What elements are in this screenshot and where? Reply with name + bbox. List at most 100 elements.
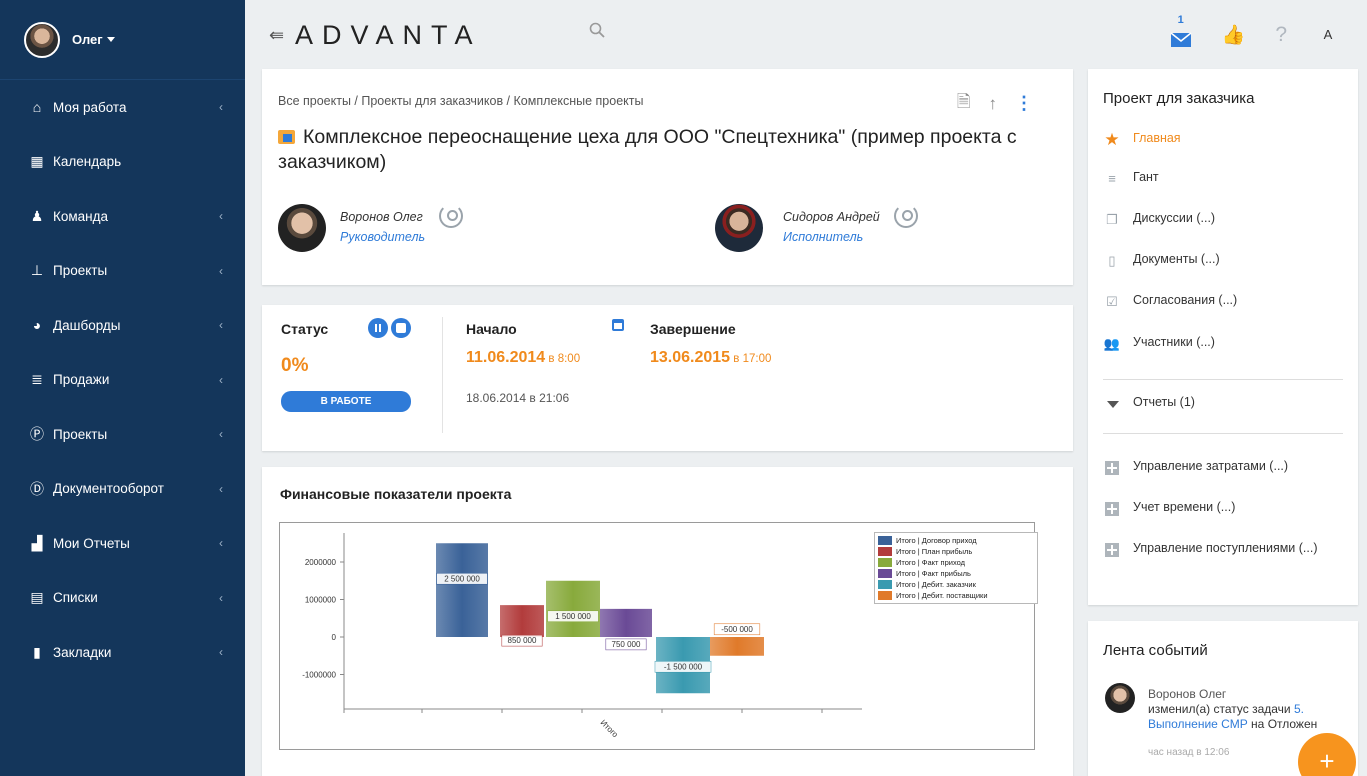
star-icon: ★ [1104, 130, 1120, 149]
nav-income-management[interactable]: Управление поступлениями (...) [1103, 541, 1343, 559]
sidebar-item-0[interactable]: ⌂ Моя работа ‹ [0, 80, 245, 135]
start-date-value: 11.06.2014 [466, 349, 546, 366]
nav-label: Управление затратами (...) [1133, 459, 1289, 473]
feed-status: Отложен [1267, 717, 1318, 731]
chevron-left-icon: ‹ [219, 318, 223, 333]
change-person-icon[interactable] [439, 204, 464, 228]
logo[interactable]: ADVANTA [295, 20, 482, 51]
sidebar-item-9[interactable]: ▤ Списки ‹ [0, 571, 245, 626]
data-label: 750 000 [612, 640, 641, 649]
chevron-left-icon: ‹ [219, 427, 223, 442]
legend-label: Итого | Договор приход [896, 536, 977, 545]
legend-item: Итого | Дебит. заказчик [878, 579, 1034, 590]
start-date[interactable]: 11.06.2014 в 8:00 [466, 349, 580, 367]
sidebar-item-label: Продажи [53, 372, 110, 388]
y-tick-label: 0 [332, 633, 337, 642]
user-menu[interactable]: Олег [0, 0, 245, 80]
sidebar-item-4[interactable]: ◕ Дашборды ‹ [0, 298, 245, 353]
feed-author[interactable]: Воронов Олег [1148, 687, 1353, 702]
executor-role[interactable]: Исполнитель [783, 230, 880, 244]
breadcrumb[interactable]: Все проекты / Проекты для заказчиков / К… [278, 94, 643, 108]
sidebar-item-6[interactable]: Ⓟ Проекты ‹ [0, 407, 245, 462]
more-menu-icon[interactable]: ⋮ [1015, 93, 1033, 114]
list-icon: ▤ [30, 589, 44, 606]
sidebar-item-label: Документооборот [53, 481, 164, 497]
brand-mini-icon[interactable]: A [1317, 24, 1339, 46]
created-date: 18.06.2014 в 21:06 [466, 391, 570, 405]
sidebar: Олег ⌂ Моя работа ‹ ▦ Календарь ♟ Команда ‹ ⊥ Про… [0, 0, 245, 776]
category-label: Итого [599, 718, 621, 740]
legend-item: Итого | План прибыль [878, 546, 1034, 557]
topbar: ⇚ ADVANTA 1 👍 ? A [245, 0, 1367, 70]
manager-role[interactable]: Руководитель [340, 230, 425, 244]
executor-name[interactable]: Сидоров Андрей [783, 210, 880, 224]
nav-participants[interactable]: 👥 Участники (...) [1103, 335, 1343, 353]
mail-icon [1170, 32, 1192, 47]
chevron-left-icon: ‹ [219, 209, 223, 224]
sidebar-item-label: Проекты [53, 426, 108, 442]
arrow-up-icon[interactable]: ↑ [989, 94, 998, 114]
nav-approvals[interactable]: ☑ Согласования (...) [1103, 293, 1343, 311]
home-icon: ⌂ [32, 99, 42, 116]
end-label: Завершение [650, 321, 736, 337]
gantt-icon: ≡ [1108, 171, 1116, 186]
sidebar-item-label: Дашборды [53, 317, 121, 333]
chevron-left-icon: ‹ [219, 263, 223, 278]
finance-title: Финансовые показатели проекта [280, 486, 512, 502]
avatar[interactable] [715, 204, 763, 252]
nav-reports[interactable]: Отчеты (1) [1103, 395, 1343, 413]
project-title-text: Комплексное переоснащение цеха для ООО "… [278, 126, 1017, 173]
legend-item: Итого | Факт прибыль [878, 568, 1034, 579]
sidebar-item-3[interactable]: ⊥ Проекты ‹ [0, 244, 245, 299]
nav-label: Участники (...) [1133, 335, 1215, 349]
nav-main[interactable]: ★ Главная [1103, 131, 1343, 149]
status-badge[interactable]: В РАБОТЕ [281, 391, 411, 412]
help-icon[interactable]: ? [1275, 23, 1287, 47]
pause-icon[interactable] [368, 318, 388, 338]
circle-d-icon: Ⓓ [30, 480, 44, 497]
legend-label: Итого | План прибыль [896, 547, 973, 556]
end-time-value: в 17:00 [730, 353, 772, 365]
y-tick-label: 2000000 [305, 558, 337, 567]
project-actions: 🗎 ↑ ⋮ [957, 89, 1033, 118]
start-time-value: в 8:00 [545, 353, 581, 365]
document-icon[interactable]: 🗎 [957, 89, 971, 118]
chevron-left-icon: ‹ [219, 590, 223, 605]
change-person-icon[interactable] [893, 204, 918, 228]
sidebar-item-5[interactable]: ≣ Продажи ‹ [0, 353, 245, 408]
avatar[interactable] [278, 204, 326, 252]
feed-text-2: на [1247, 717, 1268, 731]
start-label: Начало [466, 321, 517, 337]
manager-name[interactable]: Воронов Олег [340, 210, 425, 224]
bar-5 [710, 637, 764, 656]
nav-documents[interactable]: ▯ Документы (...) [1103, 252, 1343, 270]
end-date[interactable]: 13.06.2015 в 17:00 [650, 349, 771, 367]
hierarchy-icon: ⊥ [30, 262, 44, 279]
sidebar-item-7[interactable]: Ⓓ Документооборот ‹ [0, 462, 245, 517]
thumbs-up-icon[interactable]: 👍 [1222, 23, 1246, 47]
calendar-icon[interactable] [612, 319, 624, 331]
finance-chart: 2000000 1000000 0 -1000000 2 500 000 850 000 1… [279, 522, 1038, 750]
stop-icon[interactable] [391, 318, 411, 338]
sidebar-item-10[interactable]: ▮ Закладки ‹ [0, 625, 245, 680]
sidebar-item-8[interactable]: ▟ Мои Отчеты ‹ [0, 516, 245, 571]
divider [1103, 379, 1343, 380]
folder-icon [278, 130, 295, 144]
nav-cost-management[interactable]: Управление затратами (...) [1103, 459, 1343, 477]
chevron-left-icon: ‹ [219, 100, 223, 115]
feed-entry: Воронов Олег изменил(а) статус задачи 5.… [1148, 687, 1353, 732]
search-icon[interactable] [589, 22, 605, 38]
notifications-button[interactable]: 1 [1170, 14, 1192, 48]
y-tick-label: -1000000 [302, 671, 336, 680]
nav-discussions[interactable]: ❐ Дискуссии (...) [1103, 211, 1343, 229]
sidebar-item-1[interactable]: ▦ Календарь [0, 135, 245, 190]
plus-box-icon [1103, 541, 1121, 559]
collapse-sidebar-icon[interactable]: ⇚ [269, 25, 284, 46]
user-name: Олег [72, 32, 103, 47]
sidebar-item-2[interactable]: ♟ Команда ‹ [0, 189, 245, 244]
nav-gantt[interactable]: ≡ Гант [1103, 170, 1343, 188]
nav-label: Дискуссии (...) [1133, 211, 1216, 225]
avatar[interactable] [1105, 683, 1135, 713]
nav-time-tracking[interactable]: Учет времени (...) [1103, 500, 1343, 518]
progress-percent: 0% [281, 355, 309, 376]
